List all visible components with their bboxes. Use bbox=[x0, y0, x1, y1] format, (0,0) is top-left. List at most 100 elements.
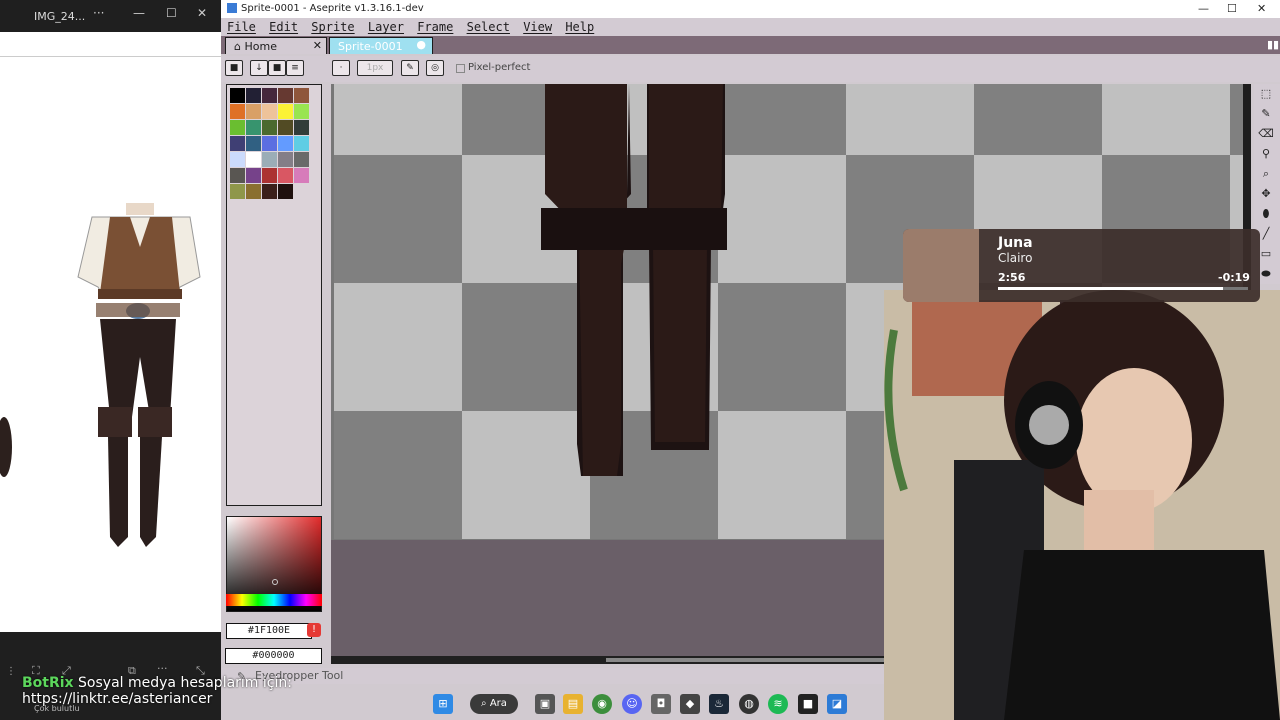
download-icon[interactable]: ↓ bbox=[250, 60, 268, 76]
palette-swatch[interactable] bbox=[246, 184, 261, 199]
viewer-minimize-button[interactable]: — bbox=[133, 6, 145, 20]
palette-swatch[interactable] bbox=[230, 152, 245, 167]
windows-start-icon[interactable]: ⊞ bbox=[433, 694, 453, 714]
palette-swatch[interactable] bbox=[278, 152, 293, 167]
palette-swatch[interactable] bbox=[278, 104, 293, 119]
move-icon[interactable]: ✥ bbox=[1257, 186, 1275, 202]
checker-tile bbox=[1102, 84, 1230, 155]
palette-swatch[interactable] bbox=[278, 136, 293, 151]
checker-tile bbox=[462, 283, 590, 411]
bucket-icon[interactable]: ⬮ bbox=[1257, 206, 1275, 222]
camera-icon[interactable]: ◘ bbox=[651, 694, 671, 714]
checker-tile bbox=[334, 84, 462, 155]
tab-home-close-icon[interactable]: ✕ bbox=[313, 39, 322, 52]
menu-select[interactable]: Select bbox=[467, 20, 510, 34]
aseprite-close-button[interactable]: ✕ bbox=[1257, 2, 1266, 15]
ink-icon[interactable]: ✎ bbox=[401, 60, 419, 76]
spotify-icon[interactable]: ≋ bbox=[768, 694, 788, 714]
palette-swatch[interactable] bbox=[246, 136, 261, 151]
palette-swatch[interactable] bbox=[246, 88, 261, 103]
palette-swatch[interactable] bbox=[294, 136, 309, 151]
viewer-close-button[interactable]: ✕ bbox=[197, 6, 207, 20]
palette-swatch[interactable] bbox=[230, 168, 245, 183]
color-cursor[interactable] bbox=[272, 579, 278, 585]
palette-swatch[interactable] bbox=[246, 168, 261, 183]
palette-swatch[interactable] bbox=[294, 152, 309, 167]
palette-swatch[interactable] bbox=[262, 168, 277, 183]
palette-swatch[interactable] bbox=[262, 136, 277, 151]
pixel-perfect-checkbox[interactable] bbox=[456, 64, 465, 73]
menu-layer[interactable]: Layer bbox=[368, 20, 404, 34]
horizontal-scrollbar[interactable] bbox=[331, 656, 891, 664]
obs-icon[interactable]: ◍ bbox=[739, 694, 759, 714]
palette-swatch[interactable] bbox=[246, 104, 261, 119]
search-icon: ⌕ bbox=[481, 698, 487, 709]
palette-swatch[interactable] bbox=[262, 88, 277, 103]
marquee-icon[interactable]: ⬚ bbox=[1257, 86, 1275, 102]
aseprite-minimize-button[interactable]: — bbox=[1198, 2, 1209, 15]
checker-tile bbox=[334, 411, 462, 539]
task-view-icon[interactable]: ▣ bbox=[535, 694, 555, 714]
palette-swatch[interactable] bbox=[278, 88, 293, 103]
checker-tile bbox=[718, 283, 846, 411]
tab-home[interactable]: ⌂ Home ✕ bbox=[225, 37, 327, 54]
sample-icon[interactable]: ◎ bbox=[426, 60, 444, 76]
palette-swatch[interactable] bbox=[246, 152, 261, 167]
aseprite-app-icon bbox=[227, 3, 237, 13]
eraser-icon[interactable]: ⌫ bbox=[1257, 126, 1275, 142]
lock-icon[interactable]: ■ bbox=[225, 60, 243, 76]
menu-sprite[interactable]: Sprite bbox=[311, 20, 354, 34]
palette-swatch[interactable] bbox=[230, 184, 245, 199]
palette-swatch[interactable] bbox=[246, 120, 261, 135]
tabs-scroll-icon[interactable]: ▮▮ bbox=[1267, 38, 1279, 51]
store-icon[interactable]: ◆ bbox=[680, 694, 700, 714]
palette-swatch[interactable] bbox=[278, 168, 293, 183]
remaining-time: -0:19 bbox=[1218, 271, 1250, 284]
menu-frame[interactable]: Frame bbox=[417, 20, 453, 34]
menu-view[interactable]: View bbox=[523, 20, 552, 34]
document-tabs: ⌂ Home ✕ Sprite-0001 ● ▮▮ bbox=[221, 36, 1280, 54]
foreground-color-field[interactable]: #1F100E bbox=[226, 623, 312, 639]
palette-swatch[interactable] bbox=[294, 88, 309, 103]
taskbar-search[interactable]: ⌕ Ara bbox=[470, 694, 518, 714]
palette-swatch[interactable] bbox=[262, 120, 277, 135]
viewer-more-button[interactable]: ··· bbox=[93, 6, 104, 20]
square-icon[interactable]: ■ bbox=[268, 60, 286, 76]
checker-tile bbox=[718, 155, 846, 283]
palette-swatch[interactable] bbox=[262, 184, 277, 199]
aseprite-taskbar-icon[interactable]: ■ bbox=[798, 694, 818, 714]
background-color-field[interactable]: #000000 bbox=[225, 648, 322, 664]
hue-slider[interactable] bbox=[226, 594, 322, 606]
menu-help[interactable]: Help bbox=[565, 20, 594, 34]
viewer-more-icon[interactable]: ··· bbox=[157, 662, 168, 675]
palette-swatch[interactable] bbox=[294, 120, 309, 135]
pencil-icon[interactable]: ✎ bbox=[1257, 106, 1275, 122]
file-explorer-icon[interactable]: ▤ bbox=[563, 694, 583, 714]
palette-swatch[interactable] bbox=[230, 88, 245, 103]
eyedropper-icon[interactable]: ⚲ bbox=[1257, 146, 1275, 162]
brush-shape-icon[interactable]: · bbox=[332, 60, 350, 76]
palette-swatch[interactable] bbox=[230, 136, 245, 151]
menu-file[interactable]: File bbox=[227, 20, 256, 34]
viewer-maximize-button[interactable]: ☐ bbox=[166, 6, 177, 20]
zoom-icon[interactable]: ⌕ bbox=[1257, 166, 1275, 182]
menu-edit[interactable]: Edit bbox=[269, 20, 298, 34]
lines-icon[interactable]: ≡ bbox=[286, 60, 304, 76]
tab-sprite[interactable]: Sprite-0001 ● bbox=[329, 37, 433, 54]
steam-icon[interactable]: ♨ bbox=[709, 694, 729, 714]
chrome-icon[interactable]: ◉ bbox=[592, 694, 612, 714]
palette-swatch[interactable] bbox=[294, 104, 309, 119]
brush-size-input[interactable]: 1px bbox=[357, 60, 393, 76]
scrollbar-thumb[interactable] bbox=[606, 658, 891, 662]
warning-icon[interactable]: ! bbox=[307, 623, 321, 637]
palette-swatch[interactable] bbox=[262, 152, 277, 167]
palette-swatch[interactable] bbox=[230, 120, 245, 135]
palette-swatch[interactable] bbox=[278, 120, 293, 135]
palette-swatch[interactable] bbox=[278, 184, 293, 199]
palette-swatch[interactable] bbox=[230, 104, 245, 119]
aseprite-maximize-button[interactable]: ☐ bbox=[1227, 2, 1237, 15]
pixel-app-icon[interactable]: ◪ bbox=[827, 694, 847, 714]
palette-swatch[interactable] bbox=[262, 104, 277, 119]
palette-swatch[interactable] bbox=[294, 168, 309, 183]
discord-icon[interactable]: ☺ bbox=[622, 694, 642, 714]
